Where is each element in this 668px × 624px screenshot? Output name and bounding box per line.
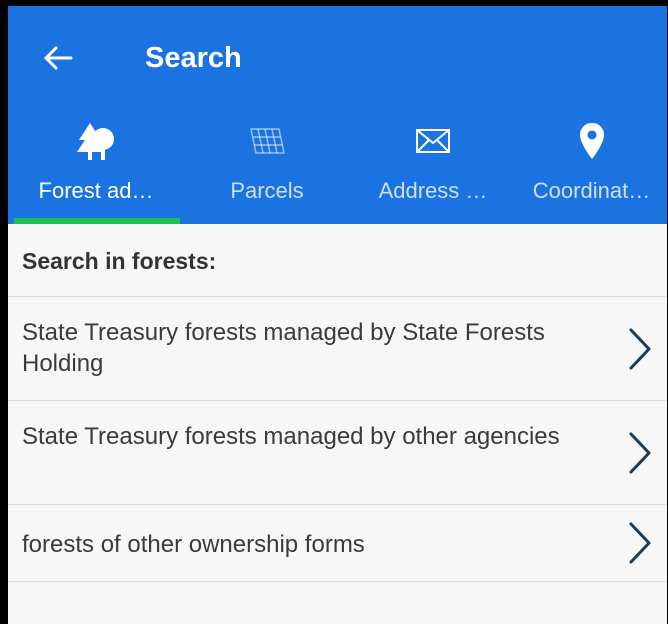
tab-label: Parcels bbox=[230, 178, 304, 203]
tab-label: Forest ad… bbox=[38, 178, 154, 203]
back-button[interactable] bbox=[34, 34, 82, 82]
list-item-other-ownership[interactable]: forests of other ownership forms bbox=[8, 505, 667, 582]
tab-parcels[interactable]: Parcels bbox=[184, 108, 350, 224]
trees-icon bbox=[77, 123, 114, 160]
arrow-left-icon bbox=[44, 46, 73, 70]
envelope-icon bbox=[416, 129, 450, 153]
tab-forest-address[interactable]: Forest ad… bbox=[8, 108, 184, 224]
map-pin-icon bbox=[579, 123, 604, 159]
app-window: Search Forest ad… Parcels Address … Coor… bbox=[8, 6, 667, 624]
tab-label: Coordinat… bbox=[532, 178, 651, 203]
grid-icon bbox=[250, 128, 285, 154]
chevron-right-icon bbox=[629, 522, 651, 564]
page-title: Search bbox=[145, 42, 242, 74]
tab-address[interactable]: Address … bbox=[350, 108, 516, 224]
tab-bar: Forest ad… Parcels Address … Coordinat… bbox=[8, 108, 667, 224]
section-header: Search in forests: bbox=[8, 224, 667, 297]
list-item-state-forests-holding[interactable]: State Treasury forests managed by State … bbox=[8, 297, 667, 401]
app-bar: Search Forest ad… Parcels Address … Coor… bbox=[8, 6, 667, 224]
chevron-right-icon bbox=[629, 432, 651, 474]
tab-label: Address … bbox=[378, 178, 488, 203]
list-item-other-agencies[interactable]: State Treasury forests managed by other … bbox=[8, 401, 667, 505]
list-item-label: forests of other ownership forms bbox=[22, 531, 365, 558]
section-title: Search in forests: bbox=[22, 248, 217, 274]
list-item-label: State Treasury forests managed by State … bbox=[22, 319, 545, 377]
list-item-label: State Treasury forests managed by other … bbox=[22, 423, 560, 450]
chevron-right-icon bbox=[629, 328, 651, 370]
tab-coordinates[interactable]: Coordinat… bbox=[516, 108, 667, 224]
